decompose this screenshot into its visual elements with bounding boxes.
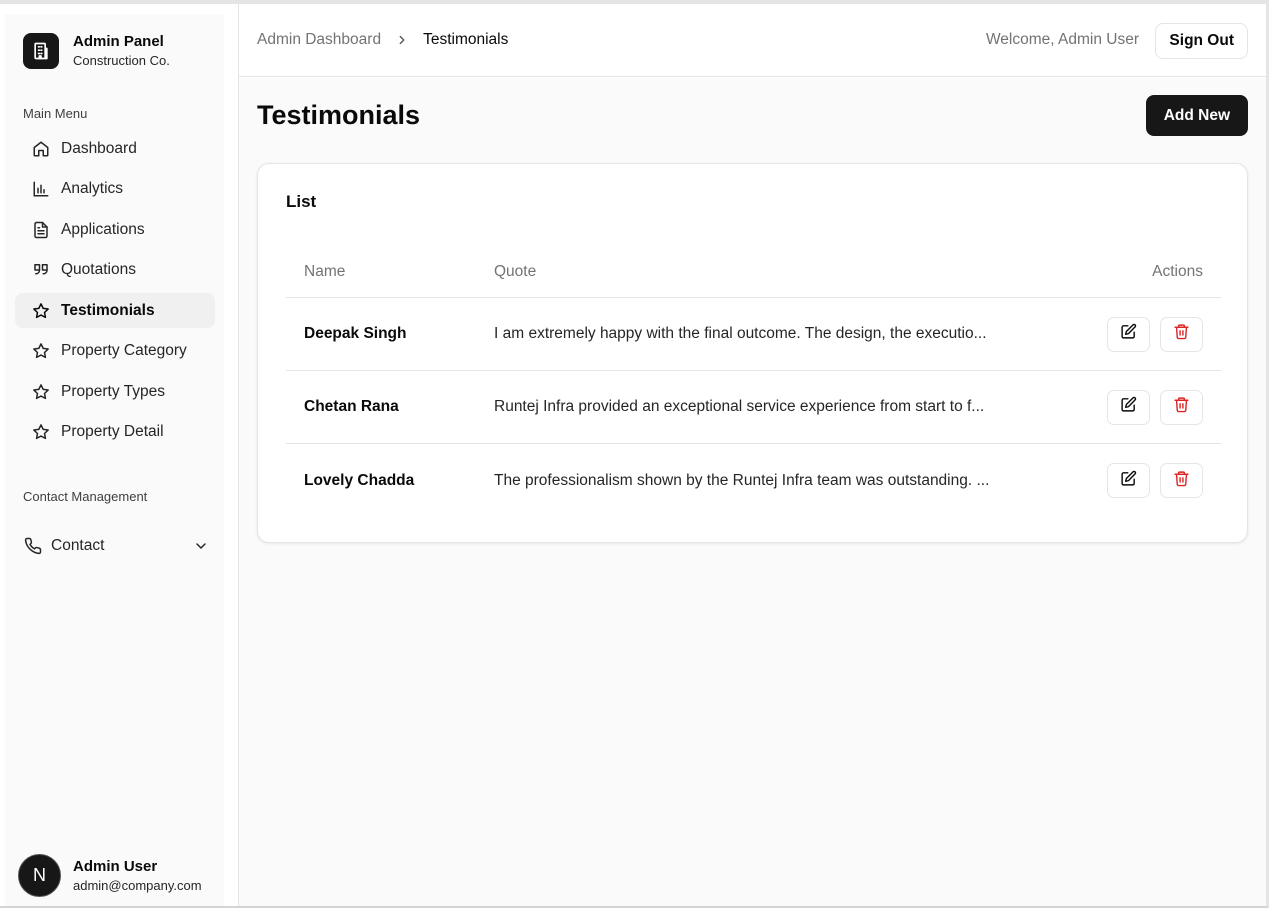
edit-icon xyxy=(1120,470,1137,492)
top-bar: Admin Dashboard Testimonials Welcome, Ad… xyxy=(239,4,1266,77)
sidebar-item-quotations[interactable]: Quotations xyxy=(15,252,215,287)
sidebar-item-contact[interactable]: Contact xyxy=(23,528,209,564)
trash-icon xyxy=(1173,470,1190,492)
testimonial-name: Deepak Singh xyxy=(304,325,407,342)
avatar: N xyxy=(18,854,61,897)
bar-chart-icon xyxy=(31,179,51,199)
welcome-text: Welcome, Admin User xyxy=(985,31,1139,48)
breadcrumb-current: Testimonials xyxy=(423,31,509,48)
testimonial-quote: Runtej Infra provided an exceptional ser… xyxy=(494,398,985,415)
delete-button[interactable] xyxy=(1160,316,1203,352)
star-icon xyxy=(31,382,51,402)
table-row: Deepak Singh I am extremely happy with t… xyxy=(286,298,1221,371)
star-icon xyxy=(31,301,51,321)
chevron-down-icon[interactable] xyxy=(193,538,209,554)
card-title: List xyxy=(286,192,317,211)
trash-icon xyxy=(1173,396,1190,418)
sidebar-item-property-types[interactable]: Property Types xyxy=(15,374,215,409)
building-icon xyxy=(23,32,59,69)
testimonial-name: Lovely Chadda xyxy=(304,471,415,489)
page-title: Testimonials xyxy=(257,100,421,130)
edit-button[interactable] xyxy=(1107,389,1150,425)
file-text-icon xyxy=(31,220,51,240)
sidebar-item-property-category[interactable]: Property Category xyxy=(15,333,215,368)
chevron-right-icon xyxy=(395,33,409,47)
trash-icon xyxy=(1173,323,1190,345)
add-new-button[interactable]: Add New xyxy=(1145,95,1248,136)
testimonial-quote: I am extremely happy with the final outc… xyxy=(494,325,987,342)
sidebar-item-label: Applications xyxy=(61,220,145,238)
breadcrumb-home[interactable]: Admin Dashboard xyxy=(257,31,381,49)
star-icon xyxy=(31,422,51,442)
sidebar-item-applications[interactable]: Applications xyxy=(15,212,215,247)
sidebar-item-label: Analytics xyxy=(61,179,124,197)
sidebar-item-property-detail[interactable]: Property Detail xyxy=(15,414,215,449)
sidebar-item-analytics[interactable]: Analytics xyxy=(15,171,215,206)
table-row: Chetan Rana Runtej Infra provided an exc… xyxy=(286,371,1221,444)
column-header-name: Name xyxy=(304,262,346,280)
breadcrumb: Admin Dashboard Testimonials xyxy=(257,31,508,49)
edit-icon xyxy=(1120,323,1137,345)
main-content: Testimonials Add New List Name Quote Act… xyxy=(239,78,1266,906)
sidebar-item-label: Property Category xyxy=(61,341,187,359)
home-icon xyxy=(31,139,51,159)
sidebar: Admin Panel Construction Co. Main Menu D… xyxy=(5,14,224,906)
brand[interactable]: Admin Panel Construction Co. xyxy=(23,32,170,69)
delete-button[interactable] xyxy=(1160,389,1203,425)
brand-subtitle: Construction Co. xyxy=(73,53,170,68)
main-menu-label: Main Menu xyxy=(23,106,88,121)
table-header: Name Quote Actions xyxy=(286,246,1221,298)
sidebar-item-testimonials[interactable]: Testimonials xyxy=(15,293,215,328)
edit-icon xyxy=(1120,396,1137,418)
delete-button[interactable] xyxy=(1160,463,1203,498)
brand-title: Admin Panel xyxy=(73,33,164,50)
user-profile[interactable]: N Admin User admin@company.com xyxy=(18,854,202,897)
column-header-quote: Quote xyxy=(494,262,537,280)
phone-icon xyxy=(23,536,43,556)
edit-button[interactable] xyxy=(1107,316,1150,352)
sidebar-item-label: Property Detail xyxy=(61,422,164,440)
quote-icon xyxy=(31,260,51,280)
user-name: Admin User xyxy=(73,857,158,875)
edit-button[interactable] xyxy=(1107,463,1150,498)
sidebar-item-label: Quotations xyxy=(61,260,136,278)
sidebar-item-label: Property Types xyxy=(61,382,165,400)
table-row: Lovely Chadda The professionalism shown … xyxy=(286,444,1221,517)
testimonial-quote: The professionalism shown by the Runtej … xyxy=(494,471,990,489)
sign-out-button[interactable]: Sign Out xyxy=(1155,23,1248,59)
contact-management-label: Contact Management xyxy=(23,489,148,504)
testimonials-table: Name Quote Actions Deepak Singh I am ext… xyxy=(286,246,1221,517)
testimonial-name: Chetan Rana xyxy=(304,398,399,415)
user-email: admin@company.com xyxy=(73,877,202,893)
star-icon xyxy=(31,341,51,361)
sidebar-item-dashboard[interactable]: Dashboard xyxy=(15,131,215,166)
sidebar-item-label: Contact xyxy=(51,537,105,554)
column-header-actions: Actions xyxy=(1152,262,1203,280)
sidebar-item-label: Testimonials xyxy=(61,301,155,319)
testimonials-card: List Name Quote Actions Deepak Singh I a… xyxy=(257,163,1248,543)
sidebar-item-label: Dashboard xyxy=(61,139,137,157)
